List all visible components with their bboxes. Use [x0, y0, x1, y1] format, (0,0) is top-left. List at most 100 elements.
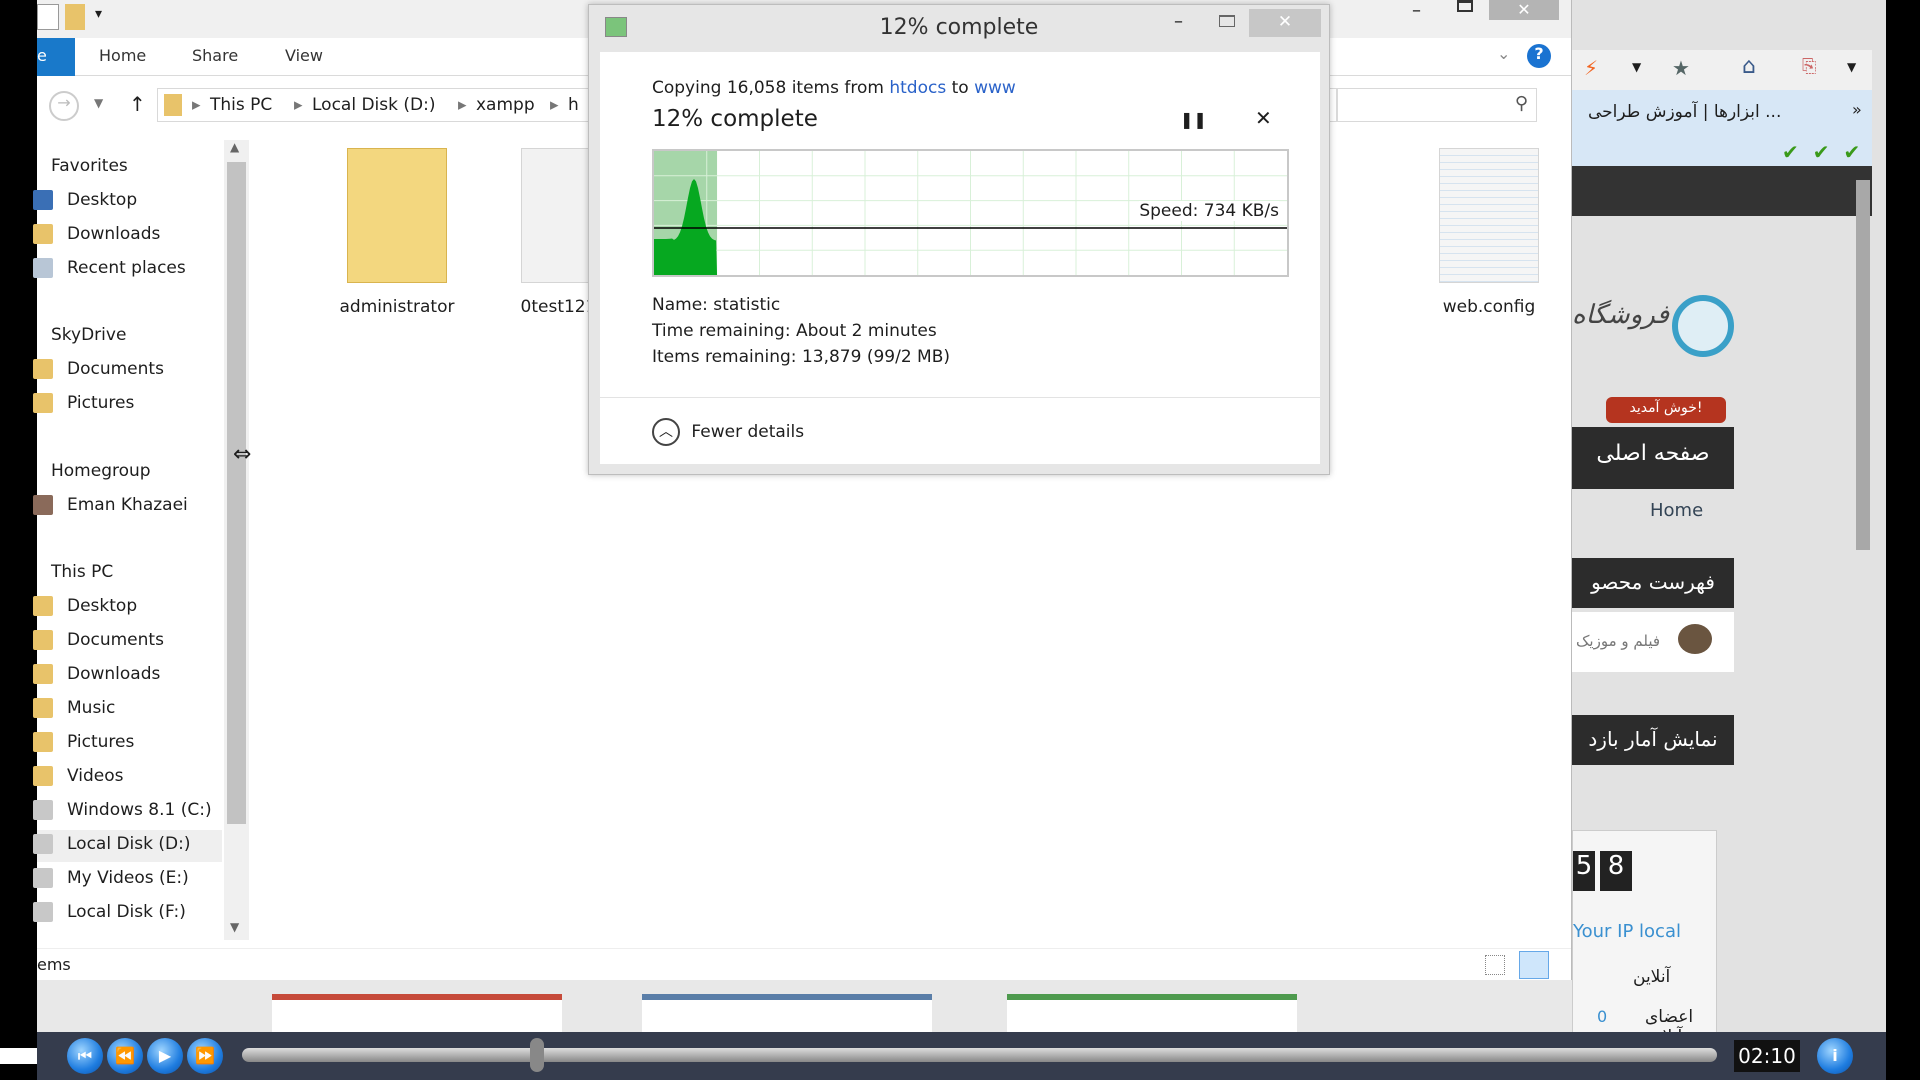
config-file-icon [1439, 148, 1539, 283]
recent-places-icon [33, 258, 53, 278]
large-icons-view-button[interactable] [1519, 951, 1549, 979]
bookmark-item[interactable]: ... ابزارها | آموزش طراحی [1588, 102, 1781, 122]
drive-icon [33, 868, 53, 888]
properties-icon[interactable] [37, 4, 59, 30]
seek-bar[interactable] [242, 1038, 1717, 1072]
tab-file[interactable]: e [37, 38, 75, 76]
copy-summary: Copying 16,058 items from htdocs to www [652, 78, 1016, 98]
folder-icon [33, 766, 53, 786]
new-folder-icon[interactable] [65, 4, 85, 30]
search-input[interactable]: ⚲ [1337, 88, 1537, 122]
quick-access-dropdown-icon[interactable]: ▾ [95, 6, 102, 22]
divider [600, 397, 1320, 398]
seek-thumb[interactable] [530, 1038, 544, 1072]
destination-link[interactable]: www [974, 78, 1016, 98]
folder-icon [33, 664, 53, 684]
file-item-web-config[interactable]: web.config [1429, 148, 1549, 317]
chevron-icon: ▸ [294, 95, 303, 115]
product-list: فیلم و موزیک [1572, 612, 1734, 672]
recent-locations-icon[interactable]: ▼ [94, 96, 103, 110]
items-remaining: 13,879 (99/2 MB) [801, 347, 950, 367]
pause-button[interactable]: ❚❚ [1180, 110, 1207, 129]
webpage-background [37, 980, 1572, 1032]
item-count: ems [37, 955, 71, 974]
dropdown-icon[interactable]: ▼ [1632, 60, 1641, 74]
menu-home[interactable]: صفحه اصلی [1572, 427, 1734, 489]
dialog-content: Copying 16,058 items from htdocs to www … [600, 52, 1320, 464]
copy-progress-dialog: 12% complete – ✕ Copying 16,058 items fr… [588, 4, 1330, 475]
play-button[interactable]: ▶ [147, 1038, 183, 1074]
tab-view[interactable]: View [285, 46, 323, 65]
close-button[interactable]: ✕ [1249, 9, 1321, 37]
info-button[interactable]: i [1817, 1038, 1853, 1074]
translate-icon[interactable]: ⎘ [1802, 56, 1816, 77]
site-logo [1672, 295, 1734, 357]
browser-toolbar: ⚡ ▼ ★ ⌂ ⎘ ▼ [1572, 50, 1872, 90]
breadcrumb-this-pc[interactable]: This PC [210, 95, 272, 115]
speed-label: Speed: 734 KB/s [1139, 201, 1279, 221]
drive-icon [33, 834, 53, 854]
browser-scrollbar[interactable] [1856, 180, 1870, 550]
folder-icon [33, 630, 53, 650]
source-link[interactable]: htdocs [889, 78, 946, 98]
up-button[interactable]: ↑ [129, 92, 146, 116]
logo-text: فروشگاه [1572, 300, 1670, 330]
search-icon: ⚲ [1514, 93, 1528, 114]
bookmarks-icon[interactable]: ★ [1672, 56, 1690, 80]
folder-icon [33, 224, 53, 244]
details-view-button[interactable] [1485, 955, 1505, 975]
home-icon[interactable]: ⌂ [1742, 54, 1756, 79]
folder-icon [164, 94, 182, 116]
flashget-icon[interactable]: ⚡ [1584, 56, 1598, 80]
expand-ribbon-icon[interactable]: ⌄ [1497, 44, 1510, 63]
chevron-icon: ▸ [458, 95, 467, 115]
scrollbar-thumb[interactable] [227, 162, 246, 824]
scroll-down-icon[interactable]: ▼ [230, 920, 239, 934]
details: Name: statistic Time remaining: About 2 … [652, 295, 950, 367]
close-button[interactable]: ✕ [1489, 0, 1559, 20]
breadcrumb-xampp[interactable]: xampp [476, 95, 535, 115]
help-icon[interactable]: ? [1527, 44, 1551, 68]
tab-home[interactable]: Home [99, 46, 146, 65]
nav-item[interactable]: Local Disk (D:) [33, 830, 222, 862]
speed-graph: Speed: 734 KB/s [652, 149, 1289, 277]
chevron-icon: ▸ [192, 95, 201, 115]
time-remaining: About 2 minutes [795, 321, 937, 341]
fast-forward-button[interactable]: ⏩ [187, 1038, 223, 1074]
folder-icon [33, 698, 53, 718]
browser-window: ⚡ ▼ ★ ⌂ ⎘ ▼ ... ابزارها | آموزش طراحی » … [1572, 0, 1886, 1047]
stats-heading: نمایش آمار بازد [1572, 715, 1734, 765]
fewer-details-button[interactable]: ︿ Fewer details [652, 418, 804, 446]
forward-button[interactable]: → [49, 91, 79, 121]
more-bookmarks-button[interactable]: » [1852, 100, 1862, 119]
maximize-button[interactable] [1457, 0, 1473, 12]
skip-back-button[interactable]: ⏮ [67, 1038, 103, 1074]
banner-green [1007, 994, 1297, 1032]
scroll-up-icon[interactable]: ▲ [230, 140, 239, 154]
product-item[interactable]: فیلم و موزیک [1576, 632, 1660, 650]
nav-scrollbar[interactable]: ▲ ▼ [224, 140, 249, 940]
tab-share[interactable]: Share [192, 46, 238, 65]
maximize-button[interactable] [1219, 15, 1235, 27]
counter-digit: 5 [1573, 851, 1595, 891]
name-value: statistic [713, 295, 781, 315]
progress-heading: 12% complete [652, 106, 818, 132]
drive-icon [33, 800, 53, 820]
white-strip [0, 1048, 37, 1064]
dropdown-icon[interactable]: ▼ [1847, 60, 1856, 74]
breadcrumb-local-disk-d[interactable]: Local Disk (D:) [312, 95, 435, 115]
banner-blue [642, 994, 932, 1032]
breadcrumb-htdocs[interactable]: h [568, 95, 579, 115]
online-members-count: 0 [1597, 1007, 1608, 1026]
folder-icon [33, 393, 53, 413]
file-item-administrator[interactable]: administrator [337, 148, 457, 317]
minimize-button[interactable]: – [1412, 0, 1421, 21]
cancel-button[interactable]: ✕ [1255, 106, 1272, 130]
desktop-icon [33, 190, 53, 210]
rewind-button[interactable]: ⏪ [107, 1038, 143, 1074]
welcome-badge: خوش آمدید! [1606, 397, 1726, 423]
home-link[interactable]: Home [1650, 500, 1703, 521]
folder-icon [33, 732, 53, 752]
check-icons: ✔✔✔ [1782, 140, 1875, 164]
minimize-button[interactable]: – [1174, 11, 1183, 32]
